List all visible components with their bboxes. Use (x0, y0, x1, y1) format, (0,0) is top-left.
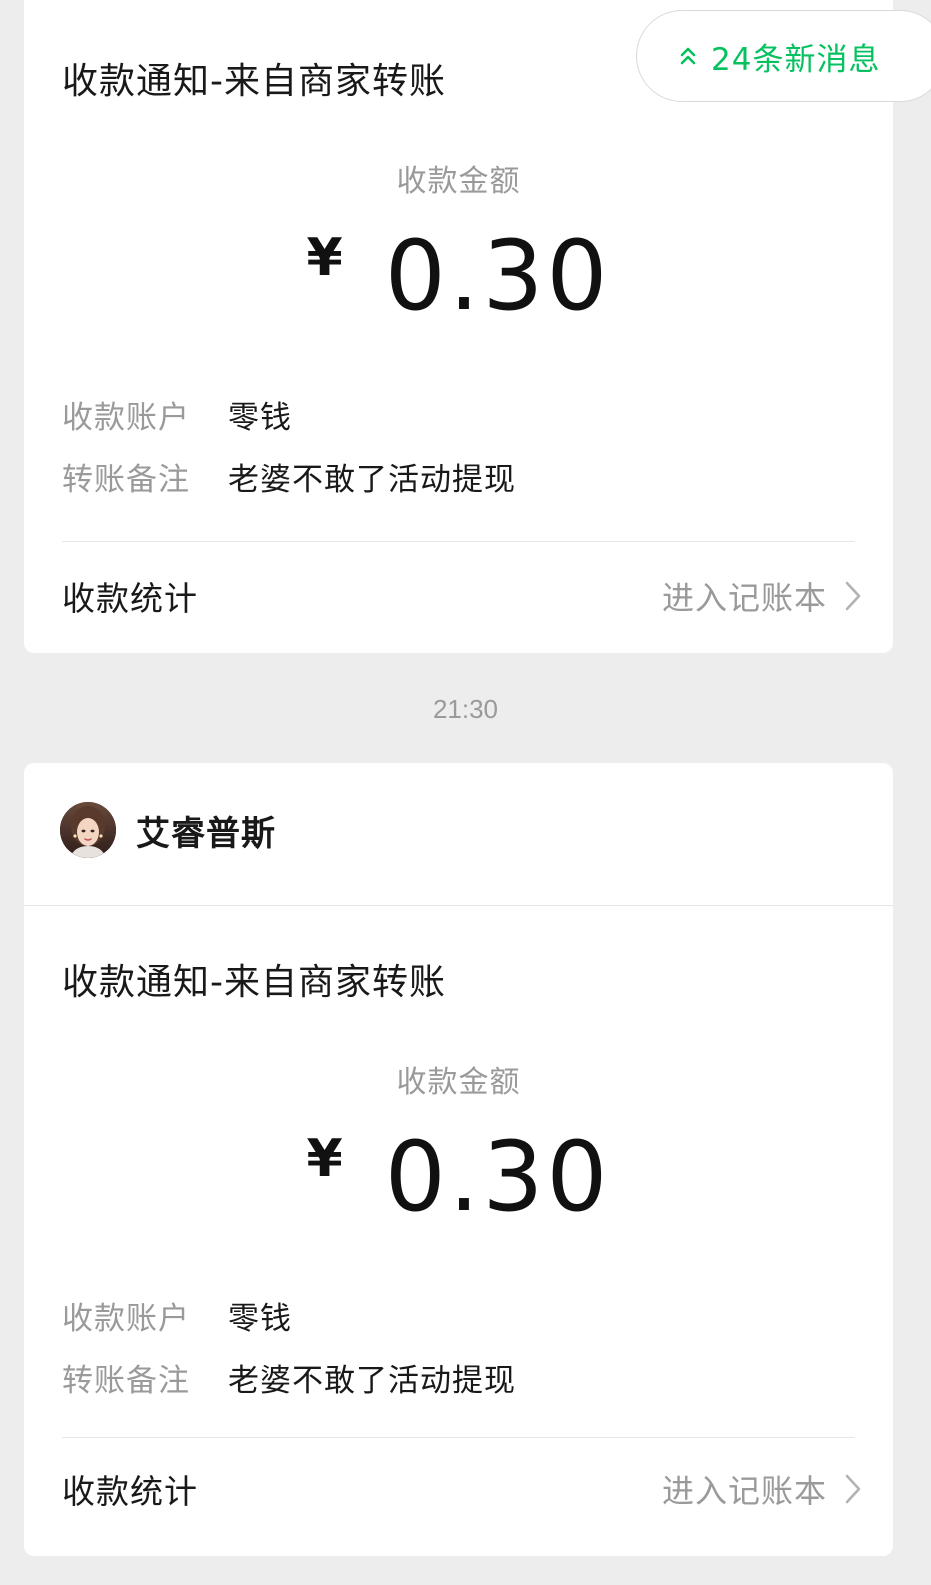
stats-row[interactable]: 收款统计 进入记账本 (62, 1459, 861, 1519)
stats-label: 收款统计 (62, 1472, 198, 1511)
account-row: 收款账户 零钱 (62, 392, 292, 437)
ledger-link-label: 进入记账本 (661, 579, 827, 617)
amount-caption: 收款金额 (396, 1065, 521, 1100)
divider (62, 1437, 855, 1438)
ledger-link-label: 进入记账本 (661, 1472, 827, 1510)
new-messages-button[interactable]: 24条新消息 (636, 10, 931, 102)
amount-caption: 收款金额 (396, 164, 521, 199)
stats-row[interactable]: 收款统计 进入记账本 (62, 566, 861, 626)
new-messages-label: 24条新消息 (711, 41, 881, 78)
ledger-link[interactable]: 进入记账本 (662, 1466, 861, 1512)
account-value: 零钱 (228, 1301, 292, 1337)
note-label: 转账备注 (62, 1363, 190, 1399)
avatar[interactable] (60, 802, 116, 858)
avatar-image (60, 802, 116, 858)
account-row: 收款账户 零钱 (62, 1293, 292, 1338)
header-divider (24, 905, 893, 906)
note-row: 转账备注 老婆不敢了活动提现 (62, 454, 516, 499)
double-chevron-up-icon (680, 47, 696, 65)
card-title: 收款通知-来自商家转账 (62, 962, 446, 1003)
amount-display: ¥0.30 (24, 228, 893, 324)
sender-header[interactable]: 艾睿普斯 (60, 800, 276, 860)
currency-symbol: ¥ (306, 228, 343, 288)
note-value: 老婆不敢了活动提现 (228, 462, 516, 498)
note-label: 转账备注 (62, 462, 190, 498)
divider (62, 541, 855, 542)
currency-symbol: ¥ (306, 1129, 343, 1189)
chevron-right-icon (845, 581, 861, 611)
amount-display: ¥0.30 (24, 1129, 893, 1225)
note-value: 老婆不敢了活动提现 (228, 1363, 516, 1399)
note-row: 转账备注 老婆不敢了活动提现 (62, 1355, 516, 1400)
account-label: 收款账户 (62, 400, 190, 436)
amount-value: 0.30 (384, 1121, 611, 1233)
chevron-right-icon (845, 1474, 861, 1504)
card-title: 收款通知-来自商家转账 (62, 61, 446, 102)
ledger-link[interactable]: 进入记账本 (662, 573, 861, 619)
amount-value: 0.30 (384, 220, 611, 332)
sender-name: 艾睿普斯 (136, 813, 276, 854)
message-timestamp: 21:30 (432, 694, 499, 724)
stats-label: 收款统计 (62, 579, 198, 618)
payment-notification-card[interactable]: 艾睿普斯 收款通知-来自商家转账 收款金额 ¥0.30 收款账户 零钱 转账备注 老… (24, 763, 893, 1556)
account-label: 收款账户 (62, 1301, 190, 1337)
account-value: 零钱 (228, 400, 292, 436)
